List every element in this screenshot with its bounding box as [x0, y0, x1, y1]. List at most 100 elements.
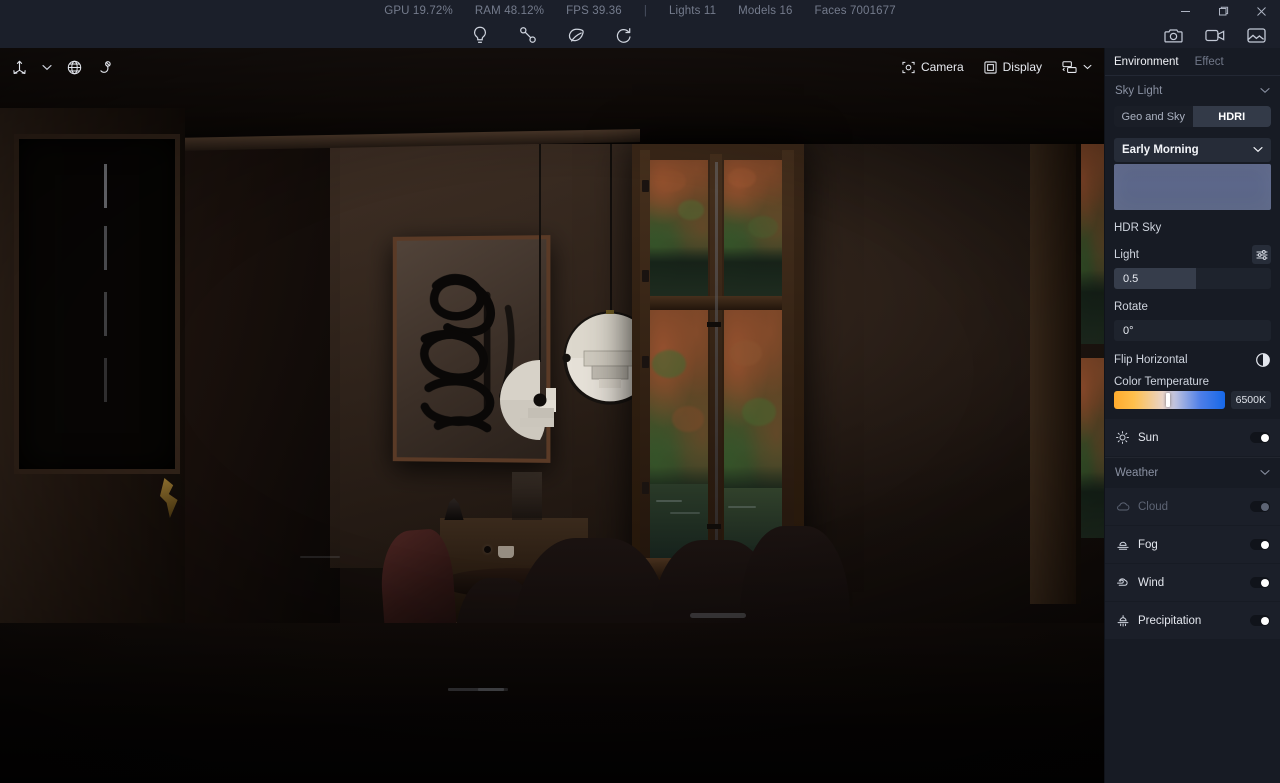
stat-faces: Faces 7001677 — [814, 5, 896, 17]
scene-pendant-lamp-small — [496, 356, 584, 444]
restore-button[interactable] — [1204, 0, 1242, 22]
sun-toggle[interactable] — [1250, 432, 1270, 443]
viewport-layout-dropdown[interactable] — [1062, 60, 1092, 74]
globe-icon[interactable] — [67, 60, 82, 75]
stat-ram: RAM 48.12% — [474, 5, 545, 17]
light-label: Light — [1114, 248, 1139, 261]
hdri-preset-value: Early Morning — [1122, 144, 1199, 156]
chevron-down-icon[interactable] — [42, 58, 52, 76]
scene-window-right — [1030, 144, 1104, 604]
scene-mug — [498, 546, 514, 558]
wind-row[interactable]: Wind — [1105, 564, 1280, 601]
wind-toggle[interactable] — [1250, 577, 1270, 588]
leaf-icon[interactable] — [565, 24, 587, 46]
panel-tabs: Environment Effect — [1105, 48, 1280, 76]
color-temperature-row: 6500K — [1114, 391, 1271, 409]
flip-horizontal-icon[interactable] — [1255, 352, 1271, 368]
rotate-value: 0° — [1123, 324, 1134, 337]
sun-label: Sun — [1138, 431, 1159, 444]
viewport-toolbar: Camera Display — [0, 48, 1104, 86]
camera-label: Camera — [920, 60, 964, 74]
sky-mode-segmented-control: Geo and Sky HDRI — [1114, 106, 1271, 127]
light-value: 0.5 — [1123, 272, 1139, 285]
fog-row[interactable]: Fog — [1105, 526, 1280, 563]
weather-title: Weather — [1115, 467, 1159, 479]
sun-icon — [1115, 431, 1130, 444]
precipitation-icon — [1115, 614, 1130, 627]
hdri-preset-dropdown[interactable]: Early Morning — [1114, 138, 1271, 162]
title-bar: GPU 19.72% RAM 48.12% FPS 39.36 | Lights… — [0, 0, 1280, 22]
tab-environment[interactable]: Environment — [1114, 56, 1179, 68]
environment-panel: Environment Effect Sky Light Geo and Sky… — [1104, 48, 1280, 783]
stat-gpu: GPU 19.72% — [384, 5, 453, 17]
segment-hdri[interactable]: HDRI — [1192, 106, 1271, 127]
close-button[interactable] — [1242, 0, 1280, 22]
hdr-sky-body: HDR Sky Light 0.5 Rotate 0° Flip Horizon… — [1105, 210, 1280, 409]
sky-light-title: Sky Light — [1115, 85, 1163, 97]
minimize-button[interactable] — [1166, 0, 1204, 22]
display-label: Display — [1002, 60, 1042, 74]
scene-window — [632, 144, 804, 592]
scene-tools-toolbar — [0, 22, 1104, 48]
color-temperature-knob[interactable] — [1165, 393, 1170, 407]
move-gizmo-icon[interactable] — [12, 60, 27, 75]
capture-toolbar — [1100, 22, 1280, 48]
cloud-icon — [1115, 501, 1130, 513]
magnet-icon[interactable] — [97, 60, 112, 75]
color-temperature-label: Color Temperature — [1114, 376, 1210, 388]
weather-section-header[interactable]: Weather — [1105, 458, 1280, 488]
chevron-down-icon — [1253, 144, 1263, 156]
segment-geo-and-sky[interactable]: Geo and Sky — [1114, 106, 1193, 127]
sky-light-section-header[interactable]: Sky Light — [1105, 76, 1280, 106]
viewport-toolbar-left — [12, 58, 112, 76]
hdr-sky-title: HDR Sky — [1114, 222, 1162, 234]
window-controls — [1166, 0, 1280, 22]
fog-toggle[interactable] — [1250, 539, 1270, 550]
precipitation-row[interactable]: Precipitation — [1105, 602, 1280, 639]
color-temperature-slider[interactable] — [1114, 391, 1225, 409]
stat-models: Models 16 — [738, 5, 793, 17]
performance-stats: GPU 19.72% RAM 48.12% FPS 39.36 | Lights… — [0, 0, 1280, 22]
light-value-input[interactable]: 0.5 — [1114, 268, 1271, 289]
wind-label: Wind — [1138, 576, 1165, 589]
tab-effect[interactable]: Effect — [1195, 56, 1224, 68]
chevron-down-icon[interactable] — [1260, 85, 1270, 97]
cloud-label: Cloud — [1138, 500, 1169, 513]
color-temperature-value[interactable]: 6500K — [1230, 391, 1271, 409]
rotate-label: Rotate — [1114, 300, 1148, 313]
cloud-toggle[interactable] — [1250, 501, 1270, 512]
chevron-down-icon[interactable] — [1260, 467, 1270, 479]
precipitation-toggle[interactable] — [1250, 615, 1270, 626]
light-settings-icon[interactable] — [1252, 245, 1271, 264]
undo-icon[interactable] — [613, 24, 635, 46]
rendered-scene — [0, 48, 1104, 783]
flip-horizontal-row: Flip Horizontal — [1114, 347, 1271, 372]
app-window: GPU 19.72% RAM 48.12% FPS 39.36 | Lights… — [0, 0, 1280, 783]
fog-icon — [1115, 539, 1130, 551]
sky-light-body: Geo and Sky HDRI Early Morning — [1105, 106, 1280, 210]
precipitation-label: Precipitation — [1138, 614, 1202, 627]
scene-wood-paneling — [0, 108, 185, 648]
export-image-button[interactable] — [1247, 27, 1266, 44]
rotate-value-input[interactable]: 0° — [1114, 320, 1271, 341]
hdri-preview-swatch[interactable] — [1114, 164, 1271, 210]
cloud-row[interactable]: Cloud — [1105, 488, 1280, 525]
stat-separator: | — [643, 5, 647, 17]
light-bulb-icon[interactable] — [469, 24, 491, 46]
sun-row[interactable]: Sun — [1105, 419, 1280, 456]
display-button[interactable]: Display — [984, 60, 1042, 74]
fog-label: Fog — [1138, 538, 1158, 551]
record-video-button[interactable] — [1205, 28, 1225, 43]
light-row: Light — [1114, 242, 1271, 267]
3d-viewport[interactable]: Camera Display — [0, 48, 1104, 783]
rotate-row: Rotate — [1114, 294, 1271, 319]
viewport-toolbar-right: Camera Display — [902, 60, 1092, 74]
screenshot-button[interactable] — [1164, 27, 1183, 44]
wind-icon — [1115, 577, 1130, 589]
camera-button[interactable]: Camera — [902, 60, 964, 74]
flip-horizontal-label: Flip Horizontal — [1114, 353, 1188, 366]
scene-vase — [512, 472, 542, 520]
stat-lights: Lights 11 — [668, 5, 717, 17]
line-segment-icon[interactable] — [517, 24, 539, 46]
stat-fps: FPS 39.36 — [566, 5, 622, 17]
